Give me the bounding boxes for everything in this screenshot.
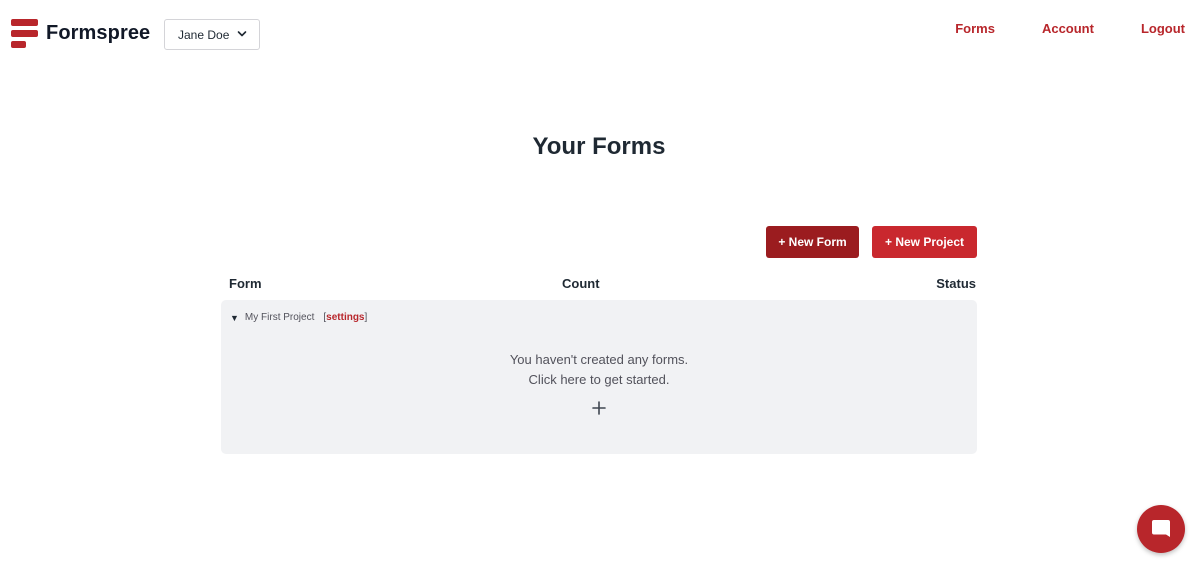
chevron-down-icon bbox=[237, 31, 247, 37]
new-form-button[interactable]: + New Form bbox=[766, 226, 859, 258]
project-settings-label[interactable]: settings bbox=[326, 312, 364, 323]
chat-launcher-button[interactable] bbox=[1137, 505, 1185, 553]
empty-state-message[interactable]: You haven't created any forms. Click her… bbox=[221, 350, 977, 389]
brand-name: Formspree bbox=[46, 22, 151, 44]
project-settings-link[interactable]: [settings] bbox=[323, 312, 367, 323]
user-switcher-dropdown[interactable]: Jane Doe bbox=[164, 19, 260, 50]
plus-icon[interactable] bbox=[591, 400, 607, 416]
formspree-logo-icon bbox=[11, 19, 38, 48]
empty-state-line-2[interactable]: Click here to get started. bbox=[221, 370, 977, 390]
page-title: Your Forms bbox=[532, 133, 666, 160]
project-header[interactable]: ▼ My First Project [settings] bbox=[230, 312, 367, 323]
column-header-status: Status bbox=[936, 276, 976, 291]
empty-state-line-1: You haven't created any forms. bbox=[509, 352, 689, 367]
project-panel: ▼ My First Project [settings] You haven'… bbox=[221, 300, 977, 454]
project-name: My First Project bbox=[244, 312, 315, 323]
nav-forms-link[interactable]: Forms bbox=[955, 20, 995, 38]
column-header-count: Count bbox=[562, 276, 600, 291]
top-nav: Forms Account Logout bbox=[908, 20, 1185, 38]
brand-logo[interactable]: Formspree bbox=[11, 19, 150, 48]
nav-account-link[interactable]: Account bbox=[1042, 20, 1094, 38]
chat-bubble-icon bbox=[1152, 520, 1170, 537]
triangle-down-icon[interactable]: ▼ bbox=[230, 313, 239, 323]
nav-logout-link[interactable]: Logout bbox=[1141, 20, 1185, 38]
user-name: Jane Doe bbox=[178, 27, 230, 42]
column-header-form: Form bbox=[229, 276, 262, 291]
new-project-button[interactable]: + New Project bbox=[872, 226, 977, 258]
